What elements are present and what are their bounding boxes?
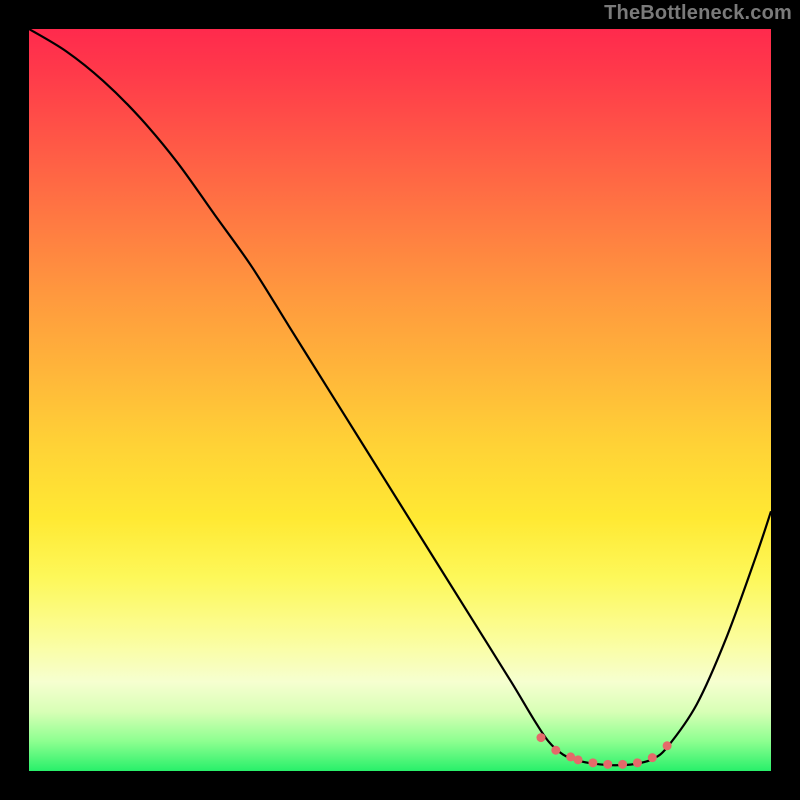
series-curve: [29, 29, 771, 765]
marker-point: [588, 758, 597, 767]
marker-point: [663, 741, 672, 750]
marker-point: [648, 753, 657, 762]
marker-point: [603, 760, 612, 769]
watermark-text: TheBottleneck.com: [604, 2, 792, 25]
marker-point: [536, 733, 545, 742]
marker-point: [618, 760, 627, 769]
chart-container: TheBottleneck.com: [0, 0, 800, 800]
marker-point: [574, 755, 583, 764]
marker-point: [551, 746, 560, 755]
plot-area: [29, 29, 771, 771]
series-markers: [536, 733, 671, 769]
chart-svg: [29, 29, 771, 771]
marker-point: [633, 758, 642, 767]
